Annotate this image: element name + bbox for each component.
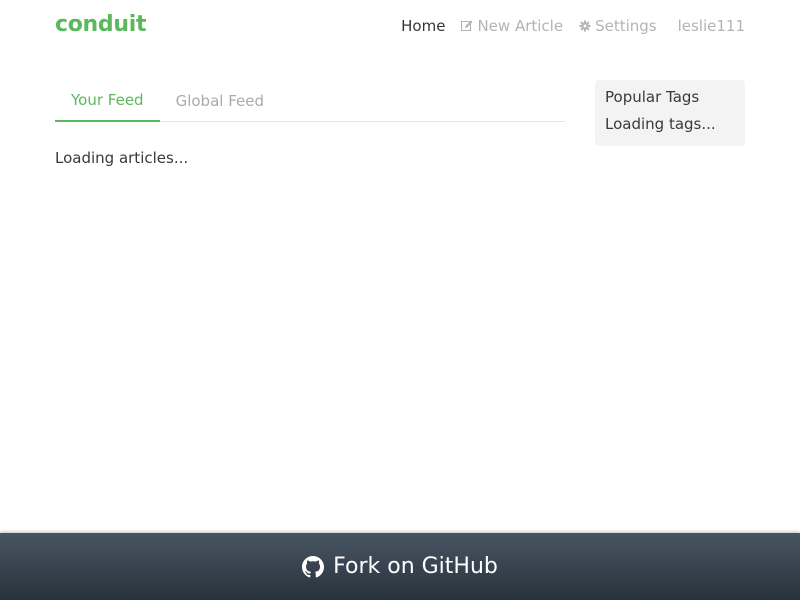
github-icon [302, 555, 325, 577]
footer-label: Fork on GitHub [333, 554, 498, 579]
nav-item-new-article: New Article [461, 17, 563, 35]
gear-icon [579, 20, 591, 32]
nav-link-new-article[interactable]: New Article [461, 17, 563, 35]
brand-logo-link[interactable]: conduit [55, 12, 146, 37]
edit-icon [461, 20, 473, 31]
popular-tags-sidebar: Popular Tags Loading tags... [595, 80, 745, 146]
feed-tabs: Your Feed Global Feed [55, 80, 565, 122]
fork-on-github-banner[interactable]: Fork on GitHub [0, 533, 800, 600]
nav-item-home: Home [401, 17, 445, 35]
nav-links: Home New Article Settings leslie111 [385, 17, 745, 35]
tab-global-feed[interactable]: Global Feed [160, 80, 280, 122]
feed-tab-item: Your Feed [55, 80, 160, 122]
tab-your-feed[interactable]: Your Feed [55, 80, 160, 122]
articles-loading-text: Loading articles... [55, 149, 189, 167]
footer-content: Fork on GitHub [302, 554, 498, 579]
nav-link-settings-label: Settings [595, 17, 657, 35]
nav-link-profile[interactable]: leslie111 [678, 17, 745, 35]
nav-link-new-article-label: New Article [477, 17, 564, 35]
nav-item-profile: leslie111 [678, 17, 745, 35]
feed-toggle: Your Feed Global Feed [55, 80, 565, 122]
nav-link-settings[interactable]: Settings [579, 17, 657, 35]
top-navbar: conduit Home New Article Settings leslie… [0, 0, 800, 56]
feed-tab-item: Global Feed [160, 80, 280, 121]
nav-item-settings: Settings [579, 17, 657, 35]
tags-loading-text: Loading tags... [605, 115, 716, 133]
sidebar-title: Popular Tags [605, 88, 700, 106]
nav-link-home[interactable]: Home [401, 17, 445, 35]
